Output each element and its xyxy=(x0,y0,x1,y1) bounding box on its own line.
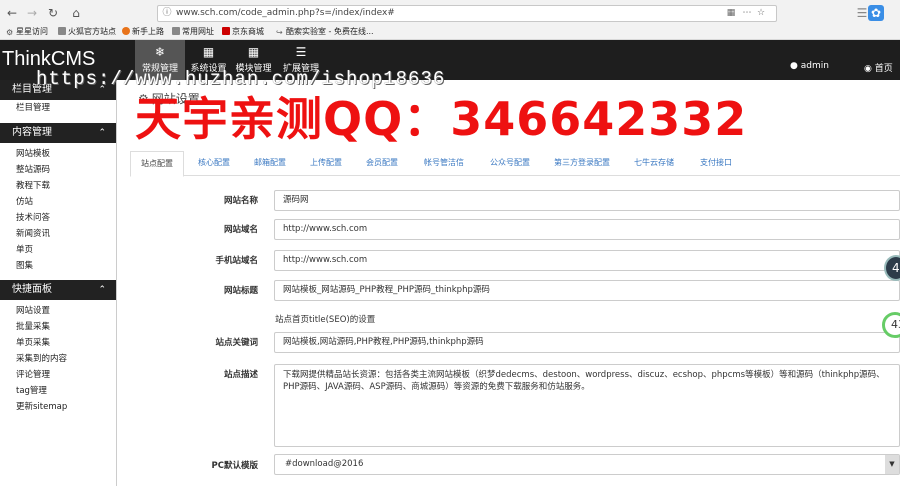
bookmark-star-icon[interactable]: ☆ xyxy=(756,8,766,19)
sidebar-item[interactable]: 仿站 xyxy=(0,194,116,210)
home-icon[interactable]: ⌂ xyxy=(68,5,84,21)
user-icon: ● xyxy=(790,61,798,71)
sidebar-item[interactable]: 批量采集 xyxy=(0,319,116,335)
forward-icon[interactable]: → xyxy=(24,5,40,21)
field-label: 网站域名 xyxy=(223,225,258,235)
snowflake-icon: ❄ xyxy=(154,45,166,59)
sidebar-item[interactable]: 新闻资讯 xyxy=(0,226,116,242)
bookmark-item[interactable]: ↪ 酷索实验室 - 免费在线... xyxy=(276,26,374,37)
leaf-icon: ↪ xyxy=(276,28,283,37)
bookmarks-bar: ⚙ 星星访问 火狐官方站点 新手上路 常用网址 京东商城 ↪ 酷索实验室 - 免费在… xyxy=(0,25,900,39)
sidebar-item[interactable]: 采集到的内容 xyxy=(0,351,116,367)
firefox-icon xyxy=(122,27,130,35)
sidebar-item[interactable]: 网站设置 xyxy=(0,303,116,319)
watermark-qq: 天宇亲测QQ：346642332 xyxy=(135,92,748,146)
tab-site-config[interactable]: 站点配置 xyxy=(130,151,184,177)
info-icon: ⓘ xyxy=(162,8,172,18)
chevron-up-icon: ⌃ xyxy=(98,128,106,138)
home-link[interactable]: ◉ 首页 xyxy=(864,61,893,74)
url-text: www.sch.com/code_admin.php?s=/index/inde… xyxy=(176,8,395,18)
browser-chrome: ← → ↻ ⌂ ⓘ www.sch.com/code_admin.php?s=/… xyxy=(0,0,900,40)
field-label: 手机站域名 xyxy=(215,256,258,266)
sidebar-item[interactable]: tag管理 xyxy=(0,383,116,399)
keywords-input[interactable]: 网站模板,网站源码,PHP教程,PHP源码,thinkphp源码 xyxy=(274,332,900,353)
address-bar[interactable]: ⓘ www.sch.com/code_admin.php?s=/index/in… xyxy=(157,5,777,22)
folder-icon xyxy=(58,27,66,35)
tab-core-config[interactable]: 核心配置 xyxy=(188,151,240,176)
tab-wechat-config[interactable]: 公众号配置 xyxy=(480,151,540,176)
sidebar-section-header[interactable]: 快捷面板 ⌃ xyxy=(0,280,116,300)
bookmark-item[interactable]: ⚙ 星星访问 xyxy=(6,26,48,37)
extension-icon[interactable]: ✿ xyxy=(868,5,884,21)
description-textarea[interactable]: 下载网提供精品站长资源：包括各类主流网站模板（织梦dedecms、destoon… xyxy=(274,364,900,447)
home-icon: ◉ xyxy=(864,64,872,74)
field-label: 网站名称 xyxy=(223,196,258,206)
user-menu[interactable]: ● admin xyxy=(790,61,829,71)
field-label: PC默认模版 xyxy=(211,461,258,471)
chevron-down-icon: ▼ xyxy=(885,455,899,474)
tab-account-sms[interactable]: 帐号管洁信 xyxy=(414,151,474,176)
sidebar-item[interactable]: 栏目管理 xyxy=(0,100,116,116)
tab-payment[interactable]: 支付接口 xyxy=(690,151,742,176)
sidebar-section-header[interactable]: 内容管理 ⌃ xyxy=(0,123,116,143)
sidebar-item[interactable]: 单页 xyxy=(0,242,116,258)
bookmark-item[interactable]: 新手上路 xyxy=(122,26,164,37)
sidebar-item[interactable]: 图集 xyxy=(0,258,116,274)
sidebar-item[interactable]: 整站源码 xyxy=(0,162,116,178)
grid-icon: ▦ xyxy=(202,45,215,59)
sidebar-item[interactable]: 评论管理 xyxy=(0,367,116,383)
sidebar-item[interactable]: 单页采集 xyxy=(0,335,116,351)
bookmark-item[interactable]: 火狐官方站点 xyxy=(58,26,116,37)
more-icon[interactable]: ⋯ xyxy=(742,8,752,19)
site-domain-input[interactable]: http://www.sch.com xyxy=(274,219,900,240)
mobile-domain-input[interactable]: http://www.sch.com xyxy=(274,250,900,271)
gear-icon: ⚙ xyxy=(6,28,14,37)
sidebar: 栏目管理 ⌃ 栏目管理 内容管理 ⌃ 网站模板 整站源码 教程下载 仿站 技术问答 … xyxy=(0,80,117,486)
folder-icon xyxy=(172,27,180,35)
bookmark-item[interactable]: 京东商城 xyxy=(222,26,264,37)
pc-template-select[interactable]: #download@2016 ▼ xyxy=(274,454,900,475)
chevron-up-icon: ⌃ xyxy=(98,285,106,295)
list-icon: ☰ xyxy=(295,45,307,59)
reload-icon[interactable]: ↻ xyxy=(45,5,61,21)
sidebar-item[interactable]: 网站模板 xyxy=(0,146,116,162)
field-label: 站点描述 xyxy=(223,370,258,380)
tab-member-config[interactable]: 会员配置 xyxy=(356,151,408,176)
tab-upload-config[interactable]: 上传配置 xyxy=(300,151,352,176)
tab-third-party-login[interactable]: 第三方登录配置 xyxy=(546,151,618,176)
back-icon[interactable]: ← xyxy=(4,5,20,21)
sidebar-item[interactable]: 更新sitemap xyxy=(0,399,116,415)
settings-tabs: 站点配置 核心配置 邮箱配置 上传配置 会员配置 帐号管洁信 公众号配置 第三方… xyxy=(130,151,900,177)
field-label: 站点关键词 xyxy=(215,338,258,348)
sidebar-item[interactable]: 技术问答 xyxy=(0,210,116,226)
site-name-input[interactable]: 源码网 xyxy=(274,190,900,211)
sidebar-item[interactable]: 教程下载 xyxy=(0,178,116,194)
bookmark-item[interactable]: 常用网址 xyxy=(172,26,214,37)
jd-icon xyxy=(222,27,230,35)
field-label: 网站标题 xyxy=(223,286,258,296)
grid-icon: ▦ xyxy=(247,45,260,59)
qr-icon[interactable]: ▦ xyxy=(726,8,736,19)
site-title-input[interactable]: 网站模板_网站源码_PHP教程_PHP源码_thinkphp源码 xyxy=(274,280,900,301)
tab-qiniu-storage[interactable]: 七牛云存储 xyxy=(624,151,684,176)
field-help-text: 站点首页title(SEO)的设置 xyxy=(275,315,376,325)
tab-mail-config[interactable]: 邮箱配置 xyxy=(244,151,296,176)
